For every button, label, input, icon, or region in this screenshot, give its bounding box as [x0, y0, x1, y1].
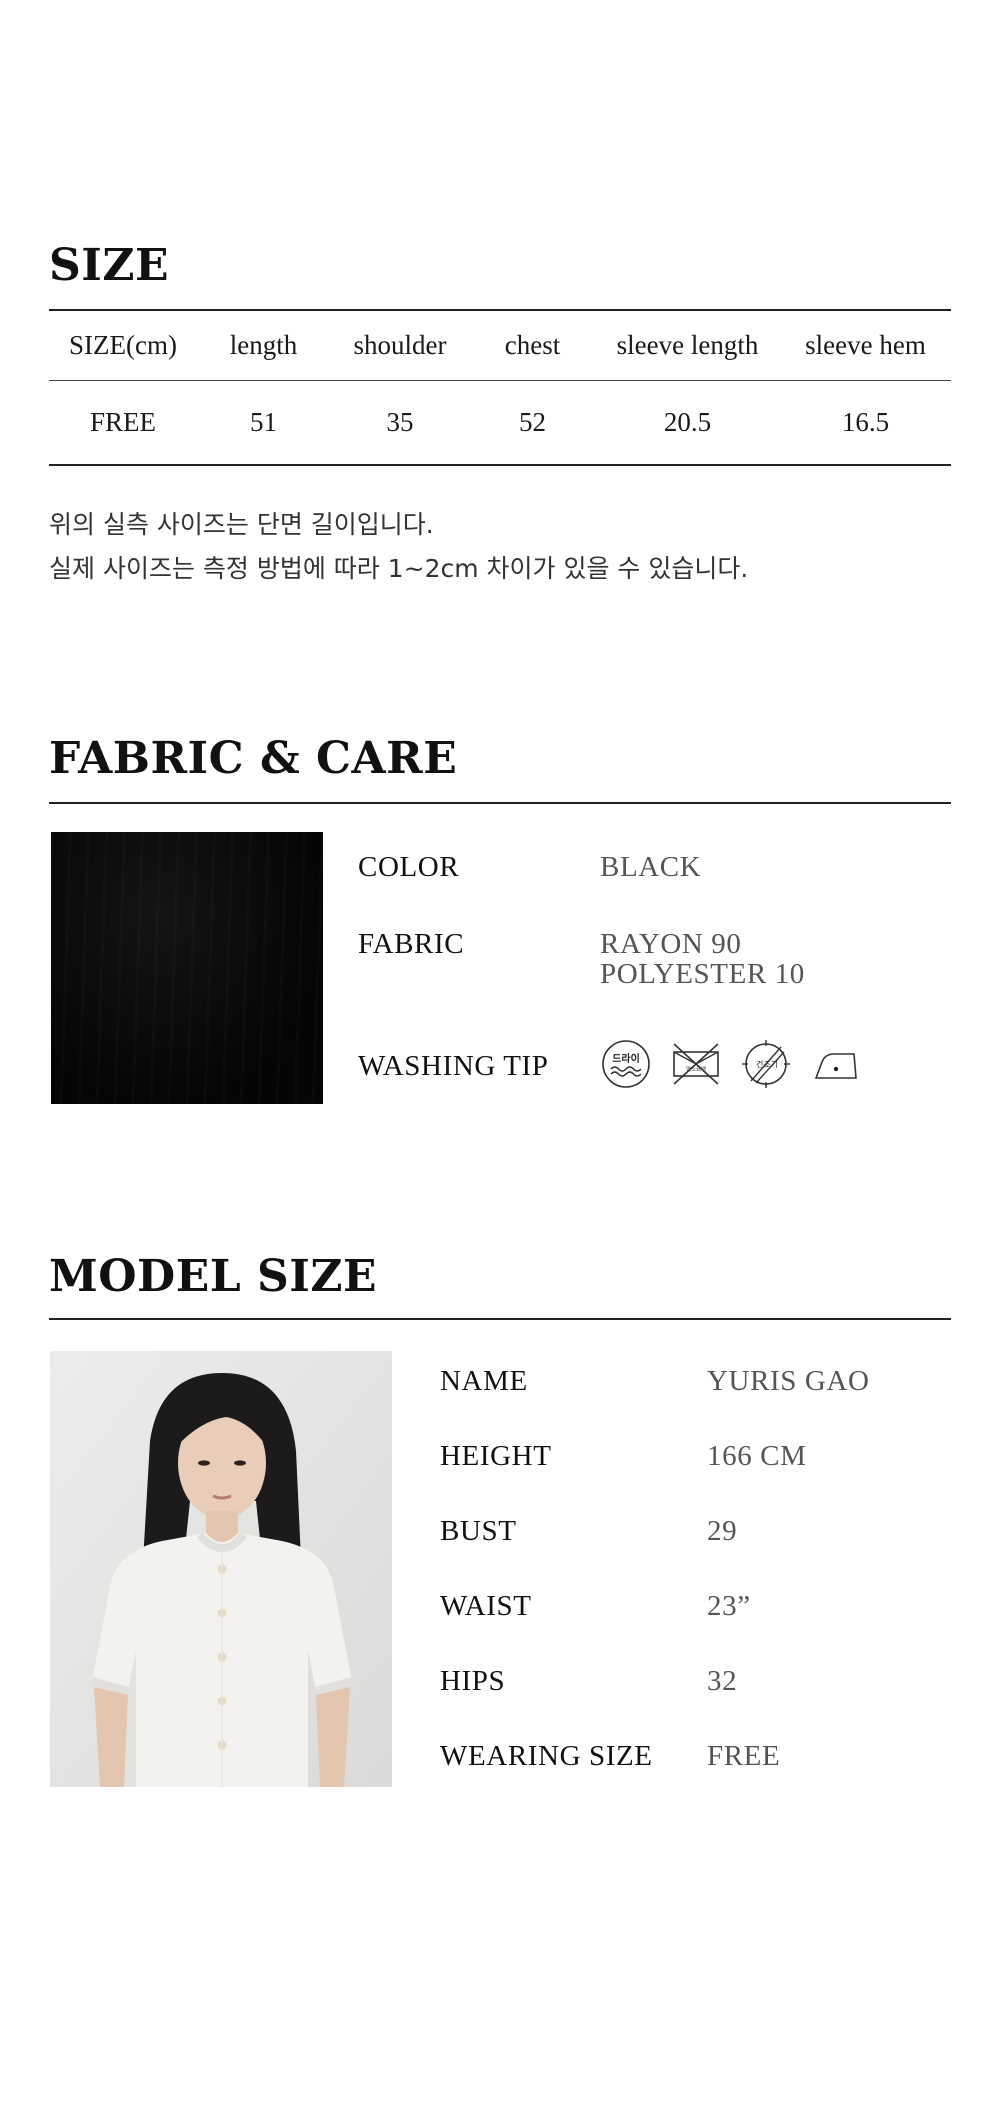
- size-header-rule: [49, 380, 951, 381]
- model-label-name: NAME: [440, 1365, 528, 1397]
- cell-chest: 52: [519, 406, 546, 437]
- dry-clean-icon: 드라이: [602, 1040, 650, 1088]
- size-note-line-2: 실제 사이즈는 측정 방법에 따라 1~2cm 차이가 있을 수 있습니다.: [49, 554, 749, 583]
- model-photo: [50, 1351, 392, 1787]
- cell-size-free: FREE: [89, 406, 156, 437]
- cell-sleeve-length: 20.5: [663, 406, 712, 437]
- washing-tip-label: WASHING TIP: [358, 1050, 549, 1082]
- size-note: 위의 실측 사이즈는 단면 길이입니다. 실제 사이즈는 측정 방법에 따라 1…: [49, 503, 748, 591]
- model-label-waist: WAIST: [440, 1590, 532, 1622]
- model-label-bust: BUST: [440, 1515, 517, 1547]
- size-bottom-rule: [49, 464, 951, 466]
- size-header-row: SIZE(cm) length shoulder chest sleeve le…: [49, 310, 951, 380]
- fabric-label: FABRIC: [358, 928, 465, 960]
- model-value-name: YURIS GAO: [707, 1365, 870, 1397]
- size-note-line-1: 위의 실측 사이즈는 단면 길이입니다.: [49, 510, 434, 539]
- no-bleach-icon-label: 염소표백: [686, 1065, 706, 1073]
- color-label: COLOR: [358, 851, 460, 883]
- fabric-value-1: RAYON 90: [600, 928, 742, 960]
- model-label-hips: HIPS: [440, 1665, 506, 1697]
- no-tumble-dry-icon: 건조기: [742, 1040, 790, 1088]
- header-sleeve-hem: sleeve hem: [805, 329, 926, 360]
- size-data-row: FREE 51 35 52 20.5 16.5: [49, 380, 951, 464]
- model-label-wearing-size: WEARING SIZE: [440, 1740, 653, 1772]
- size-table: SIZE(cm) length shoulder chest sleeve le…: [49, 310, 951, 464]
- header-size-cm: SIZE(cm): [69, 329, 177, 360]
- model-value-waist: 23”: [707, 1590, 751, 1622]
- model-value-height: 166 CM: [707, 1440, 807, 1472]
- fabric-swatch: [51, 832, 323, 1104]
- low-iron-icon: [814, 1053, 857, 1079]
- fabric-value-2: POLYESTER 10: [600, 958, 805, 990]
- header-sleeve-length: sleeve length: [616, 329, 759, 360]
- no-hand-wash-icon: 염소표백: [673, 1043, 719, 1085]
- model-rule: [49, 1318, 951, 1320]
- dry-clean-icon-label: 드라이: [612, 1052, 640, 1065]
- fabric-title: FABRIC & CARE: [49, 733, 458, 784]
- care-icons: 드라이 염소표백 건조기: [600, 1038, 862, 1090]
- cell-sleeve-hem: 16.5: [841, 406, 890, 437]
- color-value: BLACK: [600, 851, 702, 883]
- no-tumble-dry-icon-label: 건조기: [756, 1059, 778, 1069]
- header-chest: chest: [504, 329, 561, 360]
- model-value-hips: 32: [707, 1665, 738, 1697]
- header-length: length: [229, 329, 298, 360]
- header-shoulder: shoulder: [353, 329, 447, 360]
- model-label-height: HEIGHT: [440, 1440, 552, 1472]
- model-value-bust: 29: [707, 1515, 738, 1547]
- cell-length: 51: [250, 406, 277, 437]
- model-title: MODEL SIZE: [49, 1251, 377, 1302]
- size-title: SIZE: [49, 240, 170, 291]
- model-value-wearing-size: FREE: [707, 1740, 781, 1772]
- cell-shoulder: 35: [386, 406, 414, 437]
- fabric-rule: [49, 802, 951, 804]
